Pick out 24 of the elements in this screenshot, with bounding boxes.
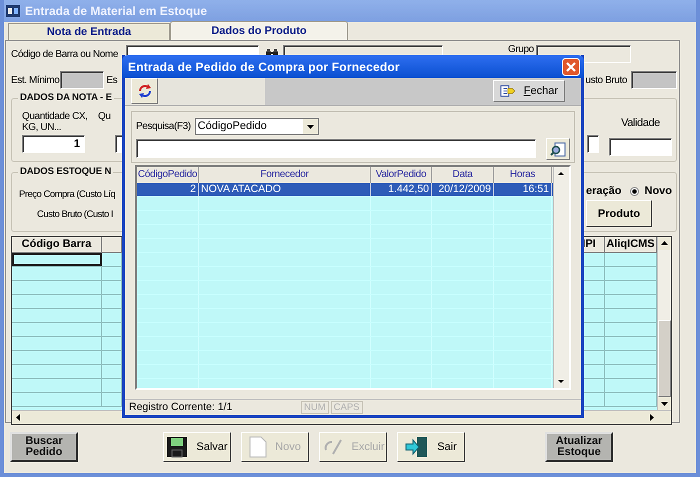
dialog-title: Entrada de Pedido de Compra por Fornecedor [128,60,400,74]
key-indicator: NUM [301,400,329,414]
table-cell: 2 [137,182,199,196]
field-label: Grupo [508,44,534,55]
table-cell: 16:51 [494,182,552,196]
field-label: Código de Barra ou Nome [11,48,118,60]
group-legend: DADOS DA NOTA - E [18,92,114,103]
field-label: Preço Compra (Custo Líq [19,189,116,200]
field-label: eração [586,185,622,197]
search-label: Pesquisa(F3) [136,120,191,132]
field-label: Est. Mínimo [11,74,60,86]
group-legend: DADOS ESTOQUE N [18,166,114,177]
field-label: Quantidade CX, KG, UN... [22,111,89,133]
status-text: Registro Corrente: 1/1 [129,401,234,414]
field-label: Custo Bruto (Custo I [37,209,114,220]
field-label: usto Bruto [585,74,627,86]
key-indicator: CAPS [330,400,363,414]
table-cell: 20/12/2009 [432,182,494,196]
field-label: Qu [98,111,111,122]
field-label: Validade [621,117,660,129]
table-cell: 1.442,50 [371,182,432,196]
window-title: Entrada de Material em Estoque [25,4,208,18]
field-label: Es [106,74,118,86]
table-cell: NOVA ATACADO [199,182,371,196]
